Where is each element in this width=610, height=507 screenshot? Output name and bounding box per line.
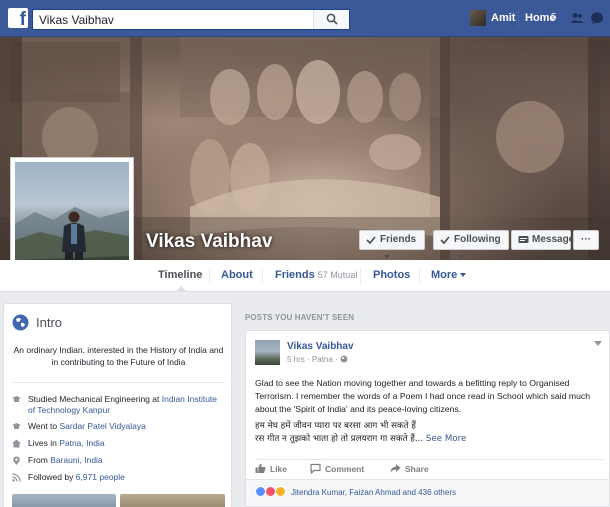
like-label: Like bbox=[270, 464, 288, 474]
intro-item-lives-in: Lives in Patna, India bbox=[12, 438, 222, 449]
message-button[interactable]: Message bbox=[511, 230, 575, 250]
posts-section-header: POSTS YOU HAVEN'T SEEN bbox=[245, 313, 355, 322]
intro-divider bbox=[12, 382, 225, 383]
tab-divider bbox=[360, 268, 361, 284]
profile-photo-image bbox=[15, 162, 129, 273]
like-button[interactable]: Like bbox=[255, 463, 287, 475]
photo-thumbnail[interactable] bbox=[120, 494, 225, 507]
post-author-name[interactable]: Vikas Vaibhav bbox=[287, 341, 354, 352]
tab-about[interactable]: About bbox=[221, 260, 253, 291]
rss-icon bbox=[12, 473, 21, 482]
intro-item-text: Lives in bbox=[28, 438, 60, 448]
tab-more[interactable]: More bbox=[431, 260, 467, 291]
mutual-friends-count: 57 Mutual bbox=[317, 270, 358, 280]
intro-item-text: Studied Mechanical Engineering at bbox=[28, 394, 162, 404]
tab-timeline[interactable]: Timeline bbox=[158, 260, 202, 292]
chevron-down-icon bbox=[458, 255, 464, 260]
post-poem-line: हम मेघ हमें जीवन प्यारा पर बरसा आग भी सक… bbox=[255, 421, 416, 431]
profile-tabs-bar: Timeline About Friends 57 Mutual Photos … bbox=[0, 260, 610, 292]
friends-button-label: Friends bbox=[380, 234, 417, 245]
intro-item-link[interactable]: Patna, India bbox=[59, 438, 104, 448]
post-card: Vikas Vaibhav 5 hrs · Patna · Glad to se… bbox=[245, 330, 610, 507]
logo-letter: f bbox=[19, 9, 26, 30]
comment-button[interactable]: Comment bbox=[310, 463, 364, 475]
location-pin-icon bbox=[13, 456, 20, 465]
post-options-chevron-icon[interactable] bbox=[594, 341, 602, 346]
tab-friends-label: Friends bbox=[275, 269, 315, 281]
intro-item-from: From Barauni, India bbox=[12, 455, 222, 466]
friends-button[interactable]: Friends bbox=[359, 230, 425, 260]
see-more-link[interactable]: See More bbox=[426, 434, 467, 444]
user-avatar[interactable] bbox=[470, 10, 486, 26]
more-options-button[interactable]: ··· bbox=[573, 230, 599, 250]
post-author-avatar[interactable] bbox=[255, 340, 280, 365]
education-icon bbox=[12, 423, 21, 429]
search-input[interactable] bbox=[33, 10, 313, 29]
intro-item-followers: Followed by 6,971 people bbox=[12, 472, 222, 483]
post-meta: 5 hrs · Patna · bbox=[287, 355, 348, 364]
share-label: Share bbox=[405, 464, 429, 474]
intro-bio: An ordinary Indian, interested in the Hi… bbox=[13, 345, 224, 367]
share-button[interactable]: Share bbox=[390, 463, 429, 475]
globe-icon bbox=[340, 355, 348, 363]
intro-item-text: From bbox=[28, 455, 51, 465]
post-divider bbox=[255, 459, 603, 460]
intro-item-text: Followed by bbox=[28, 472, 76, 482]
comment-label: Comment bbox=[325, 464, 365, 474]
tab-photos[interactable]: Photos bbox=[373, 260, 410, 291]
tab-divider bbox=[419, 268, 420, 284]
chevron-down-icon bbox=[384, 255, 390, 260]
chevron-down-icon bbox=[460, 273, 467, 278]
post-text: Glad to see the Nation moving together a… bbox=[255, 378, 591, 414]
intro-item-link[interactable]: Sardar Patel Vidyalaya bbox=[60, 421, 146, 431]
search-icon bbox=[326, 13, 338, 25]
photo-thumbnail[interactable] bbox=[12, 494, 116, 507]
user-name-link[interactable]: Amit bbox=[491, 12, 515, 24]
following-button-label: Following bbox=[454, 234, 501, 245]
profile-name[interactable]: Vikas Vaibhav bbox=[146, 231, 272, 253]
post-location[interactable]: Patna bbox=[312, 355, 333, 364]
intro-card: Intro An ordinary Indian, interested in … bbox=[3, 303, 232, 507]
friend-requests-icon[interactable] bbox=[570, 11, 584, 25]
post-timestamp[interactable]: 5 hrs bbox=[287, 355, 305, 364]
topbar-divider bbox=[518, 10, 519, 27]
tab-divider bbox=[262, 268, 263, 284]
search-box bbox=[32, 9, 350, 30]
tab-more-label: More bbox=[431, 269, 458, 281]
post-poem: हम मेघ हमें जीवन प्यारा पर बरसा आग भी सक… bbox=[255, 420, 605, 446]
intro-photos-strip bbox=[12, 494, 225, 507]
post-poem-line: रस गीत न तुझको भाता हो तो प्रलयराग गा सक… bbox=[255, 434, 424, 444]
intro-item-text: Went to bbox=[28, 421, 60, 431]
tab-divider bbox=[209, 268, 210, 284]
education-icon bbox=[12, 396, 21, 402]
tab-friends[interactable]: Friends 57 Mutual bbox=[275, 260, 357, 291]
messages-icon[interactable] bbox=[590, 11, 604, 25]
intro-item-education: Studied Mechanical Engineering at Indian… bbox=[12, 394, 222, 416]
top-navigation-bar: f Amit Home 5 bbox=[0, 0, 610, 37]
intro-item-link[interactable]: Barauni, India bbox=[50, 455, 102, 465]
more-options-label: ··· bbox=[581, 234, 591, 245]
checkmark-icon bbox=[366, 236, 376, 245]
comment-icon bbox=[310, 463, 321, 474]
thumbs-up-icon bbox=[255, 463, 266, 473]
intro-item-link[interactable]: 6,971 people bbox=[76, 472, 125, 482]
facebook-logo[interactable]: f bbox=[8, 8, 28, 30]
post-reactions-bar: Jitendra Kumar, Faizan Ahmad and 436 oth… bbox=[246, 479, 609, 506]
intro-item-school: Went to Sardar Patel Vidyalaya bbox=[12, 421, 222, 432]
share-icon bbox=[390, 464, 401, 473]
search-button[interactable] bbox=[313, 10, 349, 29]
home-count-badge: 5 bbox=[551, 12, 557, 23]
globe-icon bbox=[12, 314, 29, 331]
wow-reaction-icon[interactable] bbox=[275, 486, 286, 497]
message-button-label: Message bbox=[532, 234, 575, 245]
intro-title: Intro bbox=[36, 315, 63, 330]
home-icon bbox=[12, 439, 21, 448]
checkmark-icon bbox=[440, 236, 450, 245]
message-icon bbox=[518, 236, 529, 243]
reactions-summary[interactable]: Jitendra Kumar, Faizan Ahmad and 436 oth… bbox=[291, 488, 456, 497]
following-button[interactable]: Following bbox=[433, 230, 509, 260]
